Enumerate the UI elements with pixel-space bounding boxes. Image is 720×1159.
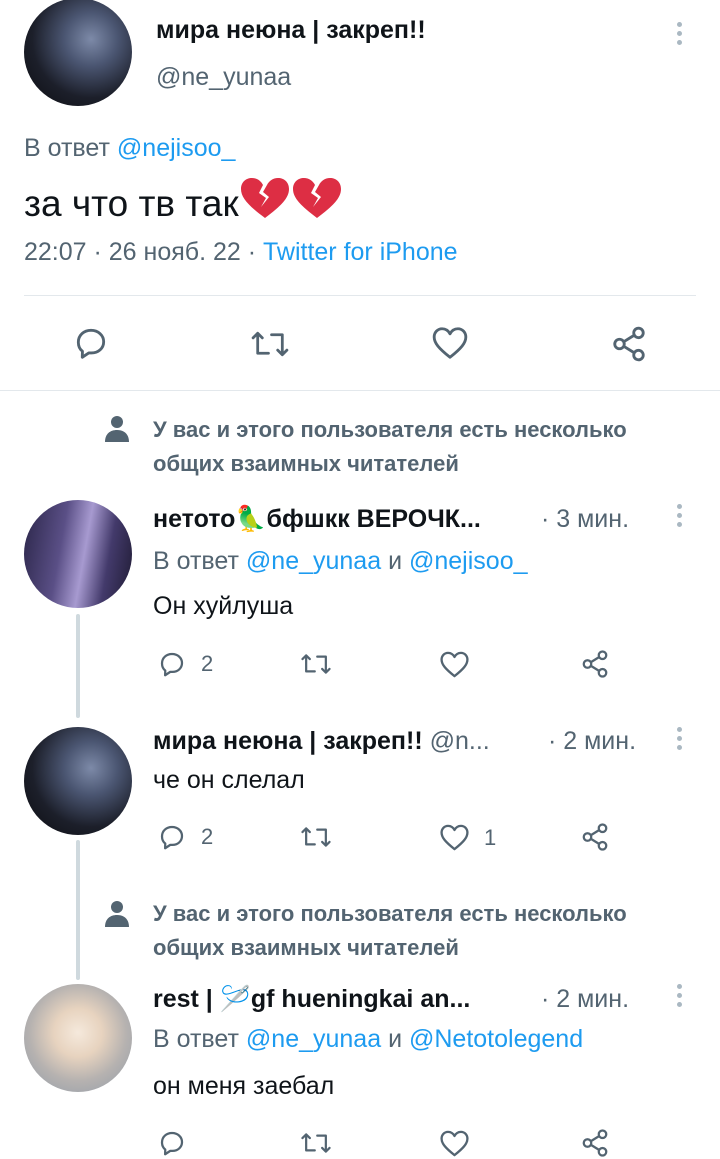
broken-heart-icon — [291, 176, 343, 229]
reply-button[interactable] — [157, 1128, 187, 1158]
source-link[interactable]: Twitter for iPhone — [263, 238, 458, 266]
share-icon — [582, 823, 608, 851]
reply-to-link[interactable]: @ne_yunaa — [246, 547, 381, 575]
reply-context: В ответ @ne_yunaa и @Netotolegend — [153, 1025, 583, 1054]
like-button[interactable] — [439, 1129, 470, 1158]
retweet-button[interactable] — [250, 326, 290, 362]
reply-button[interactable] — [72, 324, 110, 362]
reply-text: Он хуйлуша — [153, 592, 294, 620]
reply-text: он меня заебал — [153, 1072, 335, 1100]
display-name[interactable]: rest | 🪡gf hueningkai an... — [153, 985, 470, 1014]
divider — [0, 390, 720, 391]
reply-to-link[interactable]: @Netotolegend — [409, 1025, 583, 1053]
display-name[interactable]: нетото🦜бфшкк ВЕРОЧК... — [153, 505, 481, 534]
handle[interactable]: @n... — [430, 727, 490, 755]
reply-time[interactable]: · 3 мин. — [541, 505, 629, 534]
timestamp[interactable]: 22:07 · 26 нояб. 22 · — [24, 238, 263, 266]
heart-icon — [432, 327, 468, 359]
reply-prefix: В ответ — [153, 547, 239, 575]
person-icon — [104, 900, 130, 933]
display-name[interactable]: мира неюна | закреп!! — [156, 16, 426, 45]
reply-prefix: В ответ — [153, 1025, 239, 1053]
broken-heart-icon — [239, 176, 291, 229]
share-button[interactable] — [580, 822, 610, 852]
like-button[interactable] — [431, 325, 469, 361]
retweet-button[interactable] — [300, 823, 332, 851]
more-options-icon[interactable] — [677, 727, 683, 754]
reply-to-link[interactable]: @nejisoo_ — [117, 134, 236, 162]
reply-icon — [160, 1131, 184, 1156]
retweet-icon — [251, 331, 289, 357]
retweet-icon — [301, 1133, 331, 1153]
mutual-notice: У вас и этого пользователя есть нескольк… — [153, 901, 627, 960]
tweet-text-body: за что тв так — [24, 183, 239, 224]
thread-line — [76, 614, 80, 718]
tweet-meta: 22:07 · 26 нояб. 22 · Twitter for iPhone — [24, 238, 458, 267]
share-button[interactable] — [610, 325, 648, 363]
reply-icon — [160, 652, 184, 677]
reply-button[interactable]: 2 — [157, 649, 213, 679]
reply-and: и — [388, 547, 403, 575]
reply-context: В ответ @nejisoo_ — [24, 134, 235, 163]
reply-text: че он слелал — [153, 766, 305, 794]
share-button[interactable] — [580, 649, 610, 679]
more-options-icon[interactable] — [677, 504, 683, 531]
retweet-icon — [301, 827, 331, 847]
retweet-button[interactable] — [300, 650, 332, 678]
divider — [24, 295, 696, 296]
retweet-button[interactable] — [300, 1129, 332, 1157]
reply-count: 2 — [201, 651, 214, 676]
like-count: 1 — [484, 824, 497, 850]
heart-icon — [440, 1130, 469, 1157]
heart-icon — [440, 824, 469, 851]
like-button[interactable]: 1 — [439, 823, 496, 852]
avatar[interactable] — [24, 500, 132, 608]
reply-context: В ответ @ne_yunaa и @nejisoo_ — [153, 547, 528, 576]
share-button[interactable] — [580, 1128, 610, 1158]
person-icon — [104, 415, 130, 448]
reply-button[interactable]: 2 — [157, 822, 213, 852]
reply-and: и — [388, 1025, 403, 1053]
tweet-text: за что тв так — [24, 176, 343, 229]
avatar[interactable] — [24, 0, 132, 106]
reply-time[interactable]: · 2 мин. — [541, 985, 629, 1014]
retweet-icon — [301, 654, 331, 674]
heart-icon — [440, 651, 469, 678]
handle[interactable]: @ne_yunaa — [156, 63, 291, 92]
reply-prefix: В ответ — [24, 134, 110, 162]
reply-count: 2 — [201, 824, 214, 849]
thread-line — [76, 840, 80, 980]
share-icon — [582, 1129, 608, 1157]
author-line: мира неюна | закреп!! @n... — [153, 727, 490, 756]
like-button[interactable] — [439, 650, 470, 679]
avatar[interactable] — [24, 984, 132, 1092]
more-options-icon[interactable] — [677, 22, 683, 49]
reply-icon — [160, 825, 184, 850]
mutual-notice: У вас и этого пользователя есть нескольк… — [153, 417, 627, 476]
reply-time[interactable]: · 2 мин. — [548, 727, 636, 756]
more-options-icon[interactable] — [677, 984, 683, 1011]
share-icon — [613, 326, 645, 362]
display-name[interactable]: мира неюна | закреп!! — [153, 727, 423, 755]
reply-icon — [76, 328, 106, 359]
reply-to-link[interactable]: @nejisoo_ — [409, 547, 528, 575]
avatar[interactable] — [24, 727, 132, 835]
reply-to-link[interactable]: @ne_yunaa — [246, 1025, 381, 1053]
share-icon — [582, 650, 608, 678]
